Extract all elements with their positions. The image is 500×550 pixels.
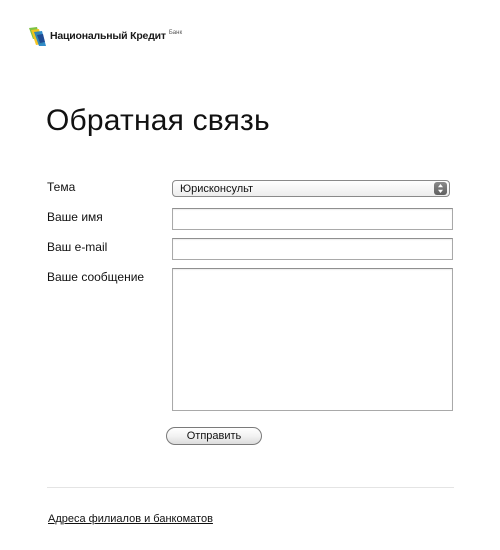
topic-select-value: Юрисконсульт xyxy=(180,183,254,195)
name-label: Ваше имя xyxy=(47,210,103,224)
bank-logo-icon xyxy=(29,27,46,46)
topic-label: Тема xyxy=(47,180,76,194)
submit-button[interactable]: Отправить xyxy=(166,427,262,445)
topic-select[interactable]: Юрисконсульт xyxy=(172,180,450,197)
bank-logo-name: Национальный Кредит xyxy=(50,30,166,43)
email-input[interactable] xyxy=(172,238,453,260)
message-textarea[interactable] xyxy=(172,268,453,411)
message-label: Ваше сообщение xyxy=(47,270,145,284)
bank-logo-subtitle: Банк xyxy=(168,30,183,36)
select-arrows-icon xyxy=(434,182,447,195)
bank-logo[interactable]: Национальный Кредит Банк xyxy=(28,26,182,47)
email-label: Ваш e-mail xyxy=(47,240,108,254)
name-input[interactable] xyxy=(172,208,453,230)
footer-divider xyxy=(47,487,454,488)
page-title: Обратная связь xyxy=(46,104,270,137)
branches-atms-link[interactable]: Адреса филиалов и банкоматов xyxy=(48,513,213,525)
feedback-page: Национальный Кредит Банк Обратная связь … xyxy=(0,0,500,550)
